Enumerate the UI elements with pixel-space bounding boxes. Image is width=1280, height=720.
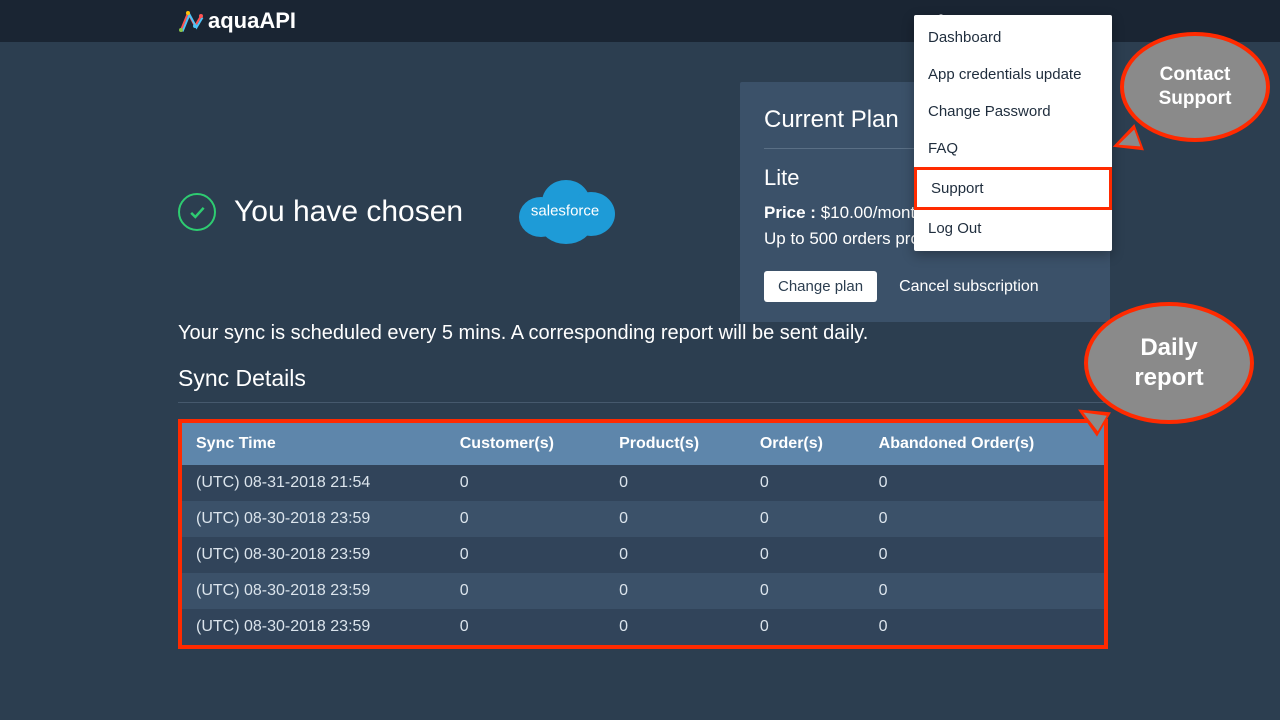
- cell-customers: 0: [446, 573, 605, 609]
- dropdown-item-dashboard[interactable]: Dashboard: [914, 19, 1112, 56]
- chosen-text: You have chosen: [234, 195, 463, 229]
- dropdown-item-change-password[interactable]: Change Password: [914, 93, 1112, 130]
- callout-daily-report: Daily report: [1084, 302, 1254, 424]
- user-dropdown: DashboardApp credentials updateChange Pa…: [914, 15, 1112, 251]
- sync-schedule-text: Your sync is scheduled every 5 mins. A c…: [178, 322, 1110, 345]
- cell-customers: 0: [446, 501, 605, 537]
- col-customers: Customer(s): [446, 423, 605, 465]
- col-abandoned: Abandoned Order(s): [865, 423, 1104, 465]
- cell-time: (UTC) 08-30-2018 23:59: [182, 609, 446, 645]
- brand-logo-icon: [178, 8, 204, 34]
- cell-abandoned: 0: [865, 609, 1104, 645]
- cell-abandoned: 0: [865, 573, 1104, 609]
- cell-time: (UTC) 08-30-2018 23:59: [182, 573, 446, 609]
- cell-time: (UTC) 08-30-2018 23:59: [182, 537, 446, 573]
- col-orders: Order(s): [746, 423, 865, 465]
- dropdown-item-app-credentials-update[interactable]: App credentials update: [914, 56, 1112, 93]
- table-row: (UTC) 08-30-2018 23:590000: [182, 573, 1104, 609]
- brand-name: aquaAPI: [208, 8, 296, 34]
- callout-text: Contact Support: [1159, 63, 1232, 111]
- cell-products: 0: [605, 609, 746, 645]
- cell-abandoned: 0: [865, 501, 1104, 537]
- dropdown-item-support[interactable]: Support: [914, 167, 1112, 210]
- cell-products: 0: [605, 537, 746, 573]
- cell-customers: 0: [446, 537, 605, 573]
- salesforce-logo: salesforce: [511, 172, 619, 252]
- cell-orders: 0: [746, 501, 865, 537]
- cell-customers: 0: [446, 609, 605, 645]
- cell-orders: 0: [746, 609, 865, 645]
- table-row: (UTC) 08-31-2018 21:540000: [182, 465, 1104, 501]
- provider-label: salesforce: [531, 203, 599, 220]
- col-sync-time: Sync Time: [182, 423, 446, 465]
- table-row: (UTC) 08-30-2018 23:590000: [182, 537, 1104, 573]
- cell-products: 0: [605, 501, 746, 537]
- table-row: (UTC) 08-30-2018 23:590000: [182, 501, 1104, 537]
- brand-logo[interactable]: aquaAPI: [178, 8, 296, 34]
- cell-customers: 0: [446, 465, 605, 501]
- dropdown-item-log-out[interactable]: Log Out: [914, 210, 1112, 247]
- cell-products: 0: [605, 573, 746, 609]
- cell-abandoned: 0: [865, 537, 1104, 573]
- cancel-subscription-link[interactable]: Cancel subscription: [899, 278, 1039, 296]
- sync-table-highlight: Sync Time Customer(s) Product(s) Order(s…: [178, 419, 1108, 649]
- cell-time: (UTC) 08-31-2018 21:54: [182, 465, 446, 501]
- col-products: Product(s): [605, 423, 746, 465]
- cell-products: 0: [605, 465, 746, 501]
- cell-abandoned: 0: [865, 465, 1104, 501]
- cell-orders: 0: [746, 573, 865, 609]
- sync-details-heading: Sync Details: [178, 365, 1110, 403]
- table-row: (UTC) 08-30-2018 23:590000: [182, 609, 1104, 645]
- change-plan-button[interactable]: Change plan: [764, 271, 877, 302]
- cell-time: (UTC) 08-30-2018 23:59: [182, 501, 446, 537]
- cell-orders: 0: [746, 465, 865, 501]
- sync-table: Sync Time Customer(s) Product(s) Order(s…: [182, 423, 1104, 645]
- callout-text: Daily report: [1134, 333, 1203, 393]
- cell-orders: 0: [746, 537, 865, 573]
- dropdown-item-faq[interactable]: FAQ: [914, 130, 1112, 167]
- check-circle-icon: [178, 193, 216, 231]
- callout-contact-support: Contact Support: [1120, 32, 1270, 142]
